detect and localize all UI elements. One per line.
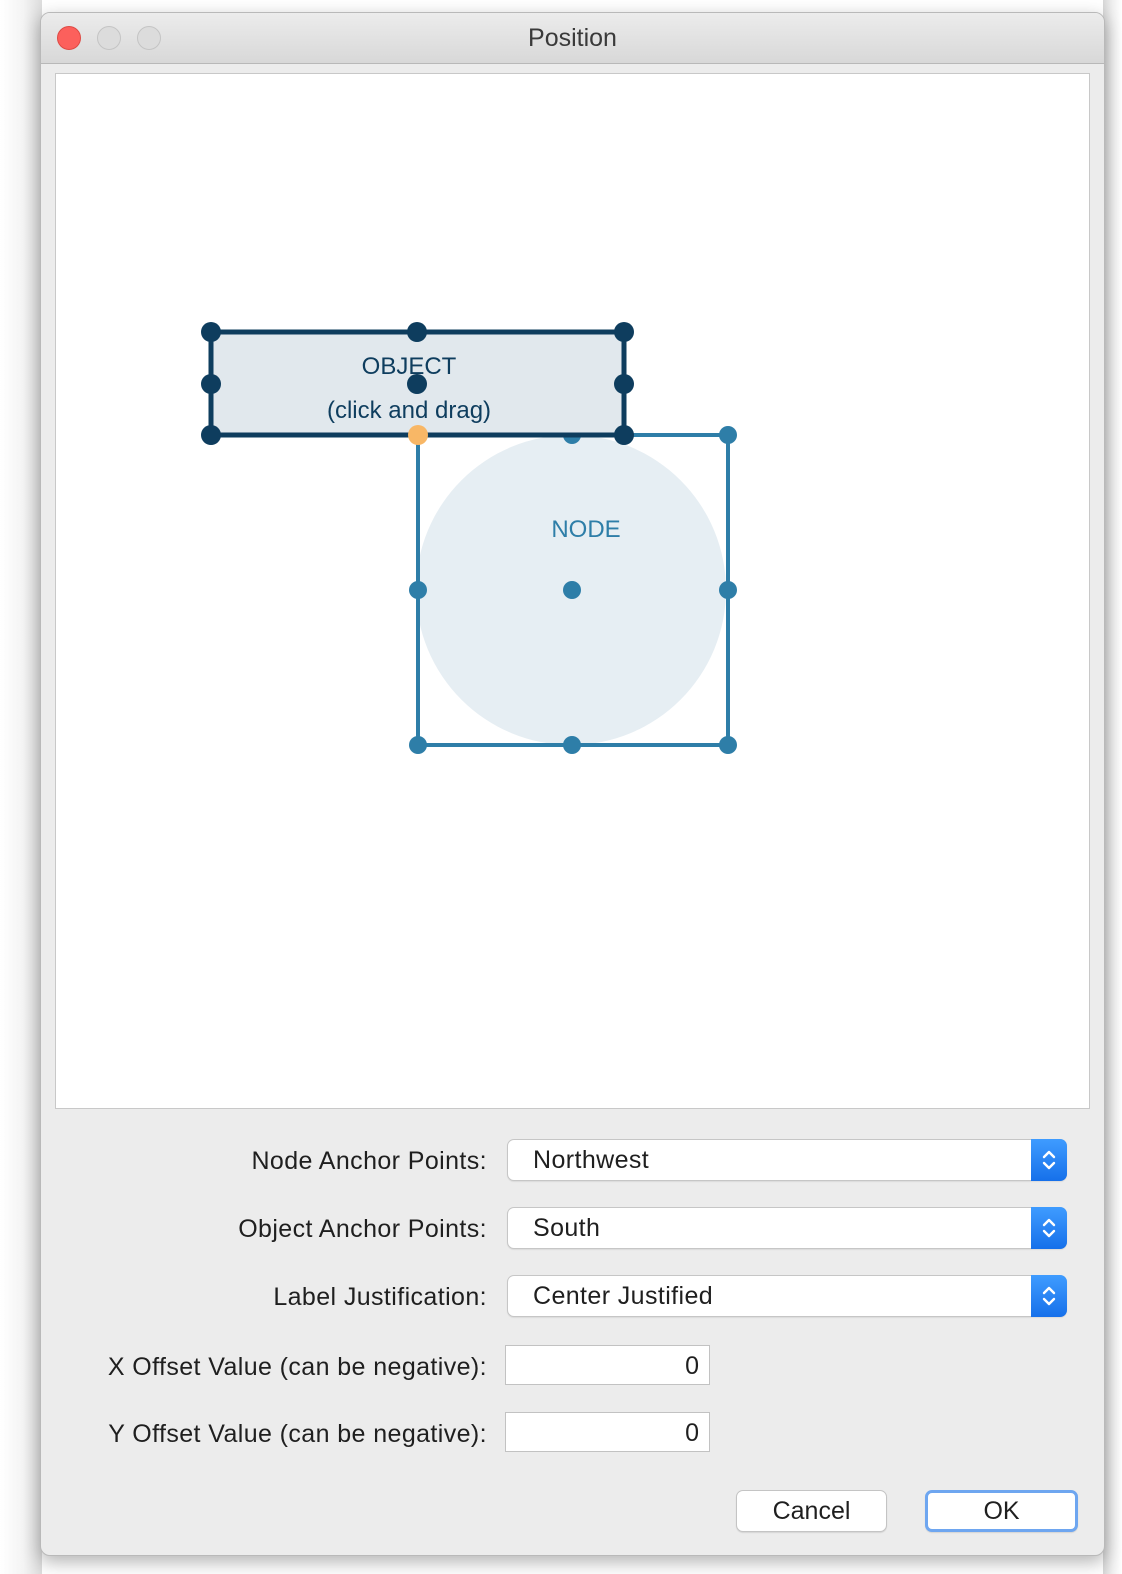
position-diagram: NODE OBJECT (click and drag) — [201, 322, 737, 754]
node-anchor-northeast[interactable] — [719, 426, 737, 444]
node-anchor-value: Northwest — [533, 1146, 650, 1174]
x-offset-input[interactable]: 0 — [505, 1345, 710, 1385]
node-anchor-southwest[interactable] — [409, 736, 427, 754]
up-down-chevron-icon[interactable] — [1031, 1139, 1067, 1181]
y-offset-input[interactable]: 0 — [505, 1412, 710, 1452]
desktop-background-left — [0, 0, 42, 1574]
object-anchor-south-selected[interactable] — [408, 425, 428, 445]
object-anchor-north[interactable] — [407, 322, 427, 342]
label-justification-select[interactable]: Center Justified — [507, 1275, 1067, 1317]
node-anchor-southeast[interactable] — [719, 736, 737, 754]
node-anchor-east[interactable] — [719, 581, 737, 599]
x-offset-value: 0 — [685, 1352, 699, 1380]
position-dialog: Position NODE OBJECT (click and drag) No… — [40, 12, 1105, 1556]
y-offset-value: 0 — [685, 1419, 699, 1447]
up-down-chevron-icon[interactable] — [1031, 1207, 1067, 1249]
object-anchor-east[interactable] — [614, 374, 634, 394]
node-anchor-label: Node Anchor Points: — [251, 1147, 487, 1175]
object-anchor-row: Object Anchor Points: South — [41, 1207, 1104, 1251]
ok-button[interactable]: OK — [925, 1490, 1078, 1532]
title-bar[interactable]: Position — [41, 13, 1104, 64]
position-preview-canvas[interactable]: NODE OBJECT (click and drag) — [55, 73, 1090, 1109]
up-down-chevron-icon[interactable] — [1031, 1275, 1067, 1317]
object-anchor-southeast[interactable] — [614, 425, 634, 445]
node-label: NODE — [551, 516, 620, 543]
label-justification-row: Label Justification: Center Justified — [41, 1275, 1104, 1319]
object-anchor-select[interactable]: South — [507, 1207, 1067, 1249]
y-offset-row: Y Offset Value (can be negative): 0 — [41, 1412, 1104, 1456]
label-justification-label: Label Justification: — [273, 1283, 487, 1311]
object-anchor-northeast[interactable] — [614, 322, 634, 342]
cancel-button[interactable]: Cancel — [736, 1490, 887, 1532]
label-justification-value: Center Justified — [533, 1282, 714, 1310]
object-anchor-center[interactable] — [407, 374, 427, 394]
node-anchor-row: Node Anchor Points: Northwest — [41, 1139, 1104, 1183]
node-anchor-center[interactable] — [563, 581, 581, 599]
object-anchor-label: Object Anchor Points: — [238, 1215, 487, 1243]
x-offset-label: X Offset Value (can be negative): — [107, 1353, 487, 1381]
desktop-background-right — [1103, 0, 1122, 1574]
window-title: Position — [528, 24, 617, 52]
node-anchor-west[interactable] — [409, 581, 427, 599]
object-anchor-southwest[interactable] — [201, 425, 221, 445]
x-offset-row: X Offset Value (can be negative): 0 — [41, 1345, 1104, 1389]
y-offset-label: Y Offset Value (can be negative): — [108, 1420, 487, 1448]
object-anchor-west[interactable] — [201, 374, 221, 394]
node-anchor-select[interactable]: Northwest — [507, 1139, 1067, 1181]
node-anchor-south[interactable] — [563, 736, 581, 754]
object-label-line2: (click and drag) — [327, 397, 491, 424]
object-anchor-value: South — [533, 1214, 601, 1242]
object-label-line1: OBJECT — [362, 353, 457, 380]
object-anchor-northwest[interactable] — [201, 322, 221, 342]
